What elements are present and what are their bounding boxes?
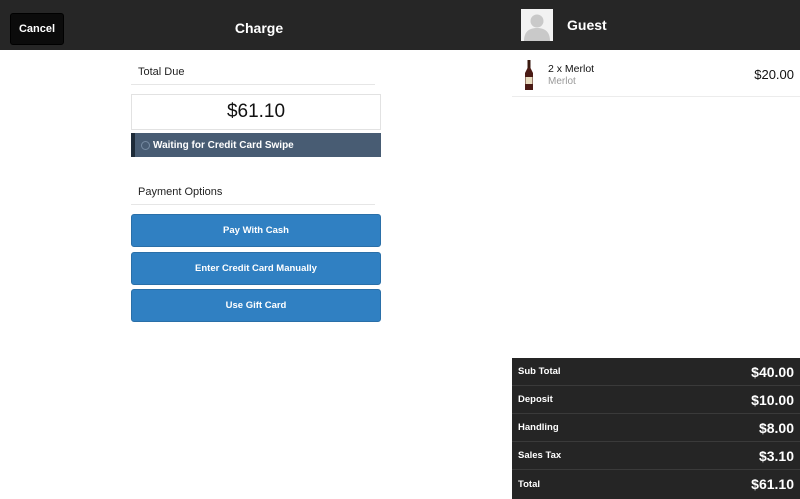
item-subtitle: Merlot xyxy=(548,76,576,87)
total-due-label: Total Due xyxy=(131,66,375,85)
deposit-value: $10.00 xyxy=(751,391,794,408)
sales-tax-row: Sales Tax $3.10 xyxy=(512,442,800,470)
handling-value: $8.00 xyxy=(758,419,794,436)
wine-bottle-icon xyxy=(525,60,533,90)
deposit-label: Deposit xyxy=(518,394,553,405)
total-due-amount: $61.10 xyxy=(131,94,381,130)
pos-charge-screen: Cancel Charge Total Due $61.10 Waiting f… xyxy=(0,0,800,499)
deposit-row: Deposit $10.00 xyxy=(512,386,800,414)
total-value: $61.10 xyxy=(751,476,794,492)
handling-row: Handling $8.00 xyxy=(512,414,800,442)
use-gift-card-button[interactable]: Use Gift Card xyxy=(131,289,381,322)
sales-tax-value: $3.10 xyxy=(758,447,794,464)
subtotal-value: $40.00 xyxy=(751,363,794,380)
total-row: Total $61.10 xyxy=(512,470,800,498)
sales-tax-label: Sales Tax xyxy=(518,450,562,461)
user-placeholder-icon[interactable] xyxy=(521,9,553,41)
card-swipe-status: Waiting for Credit Card Swipe xyxy=(131,133,381,157)
handling-label: Handling xyxy=(518,422,559,433)
page-title: Charge xyxy=(234,20,284,36)
subtotal-row: Sub Total $40.00 xyxy=(512,358,800,386)
charge-header: Cancel Charge xyxy=(0,0,512,50)
item-name: 2 x Merlot xyxy=(548,63,595,75)
customer-header: Guest xyxy=(512,0,800,50)
subtotal-label: Sub Total xyxy=(518,366,561,377)
item-price: $20.00 xyxy=(754,67,794,82)
payment-options-label: Payment Options xyxy=(131,186,375,205)
customer-name[interactable]: Guest xyxy=(567,0,607,50)
spinner-icon xyxy=(141,140,150,150)
total-label: Total xyxy=(518,478,540,490)
list-item[interactable]: 2 x Merlot Merlot $20.00 xyxy=(512,53,800,97)
enter-card-manually-button[interactable]: Enter Credit Card Manually xyxy=(131,252,381,285)
card-swipe-status-text: Waiting for Credit Card Swipe xyxy=(153,139,294,151)
pay-with-cash-button[interactable]: Pay With Cash xyxy=(131,214,381,247)
order-totals: Sub Total $40.00 Deposit $10.00 Handling… xyxy=(512,358,800,499)
